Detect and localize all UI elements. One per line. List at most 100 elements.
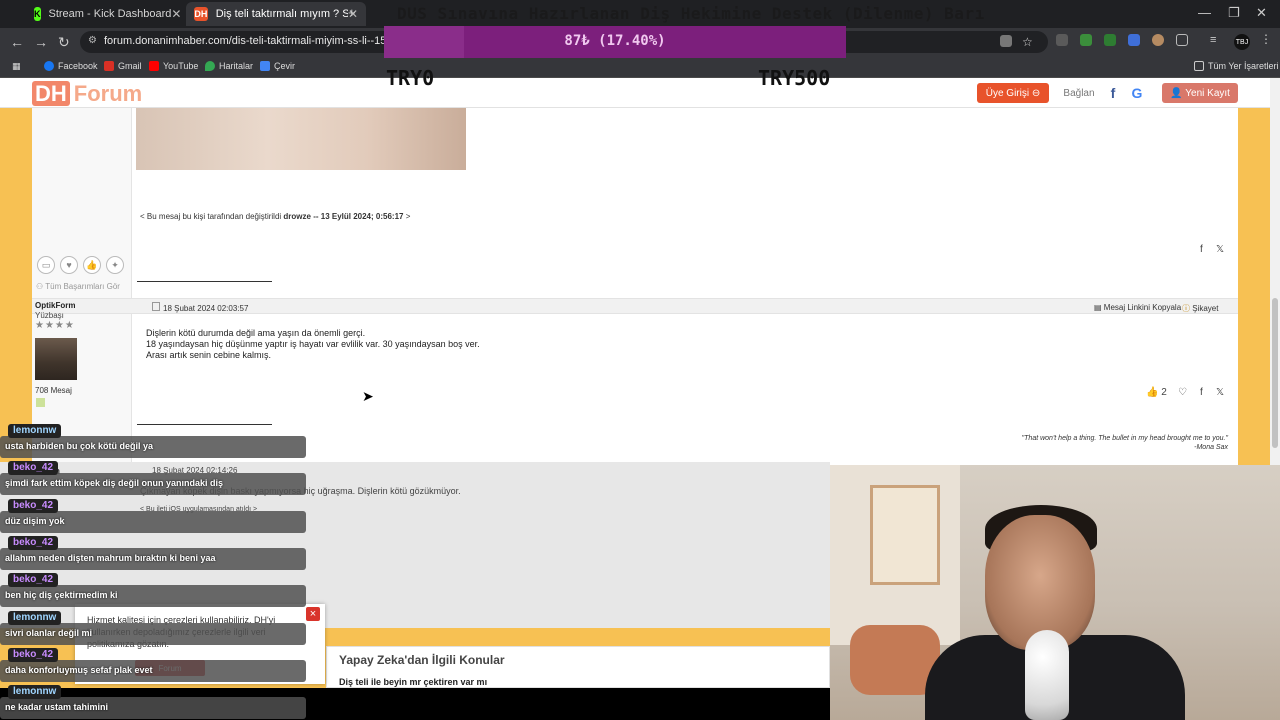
scrollbar-thumb[interactable] bbox=[1272, 298, 1278, 448]
bookmark-translate[interactable]: Çevir bbox=[260, 61, 295, 71]
all-bookmarks[interactable]: Tüm Yer İşaretleri bbox=[1194, 61, 1279, 71]
eye-off-icon[interactable] bbox=[1000, 35, 1012, 47]
gmail-icon bbox=[104, 61, 114, 71]
post-signature: "That won't help a thing. The bullet in … bbox=[1021, 435, 1228, 451]
facebook-share-icon[interactable]: f bbox=[1200, 244, 1203, 255]
connect-label: Bağlan bbox=[1063, 87, 1095, 99]
stream-bottom-bar bbox=[0, 688, 830, 720]
extension-icon[interactable] bbox=[1056, 34, 1068, 46]
tab-title: Stream - Kick Dashboard bbox=[48, 8, 172, 20]
page-scrollbar[interactable] bbox=[1270, 78, 1280, 465]
mouse-cursor-icon: ➤ bbox=[362, 388, 374, 404]
microphone bbox=[1025, 630, 1069, 720]
tab-kick-dashboard[interactable]: K Stream - Kick Dashboard ✕ bbox=[26, 2, 186, 26]
forum-logo[interactable]: DH Forum bbox=[32, 81, 142, 107]
profile-avatar[interactable]: TBJ bbox=[1234, 34, 1250, 50]
folder-icon bbox=[1194, 61, 1204, 71]
streamer-face bbox=[985, 515, 1095, 650]
youtube-icon bbox=[149, 61, 159, 71]
next-post-username[interactable]: ...teron bbox=[30, 466, 60, 476]
extension-icon[interactable] bbox=[1104, 34, 1116, 46]
minimize-icon[interactable]: — bbox=[1198, 5, 1211, 20]
post-user-rank: Yüzbaşı bbox=[35, 311, 64, 320]
translate-icon bbox=[260, 61, 270, 71]
reading-list-icon[interactable]: ≡ bbox=[1210, 34, 1222, 46]
url-text: forum.donanimhaber.com/dis-teli-taktirma… bbox=[104, 35, 424, 47]
related-topics-title: Yapay Zeka'dan İlgili Konular bbox=[339, 653, 505, 667]
stream-goal-title: DUS Sınavına Hazırlanan Diş Hekimine Des… bbox=[397, 4, 985, 23]
register-button[interactable]: 👤 Yeni Kayıt bbox=[1162, 83, 1238, 103]
tab-bar: K Stream - Kick Dashboard ✕ DH Diş teli … bbox=[0, 0, 1280, 28]
signature-divider bbox=[137, 281, 272, 282]
stream-goal-min: TRY0 bbox=[386, 66, 435, 90]
tab-forum-thread[interactable]: DH Diş teli taktırmalı mıyım ? SS'Lİ ✕ bbox=[186, 2, 366, 26]
thumbs-up-icon[interactable]: 👍 bbox=[83, 256, 101, 274]
user-badge-icon bbox=[36, 398, 45, 407]
related-topic-link[interactable]: Diş teli ile beyin mr çektiren var mı bbox=[339, 677, 487, 687]
heart-icon[interactable]: ♡ bbox=[1178, 387, 1187, 398]
like-button[interactable]: 👍 2 bbox=[1146, 387, 1167, 398]
post-date: 18 Şubat 2024 02:03:57 bbox=[152, 302, 248, 313]
google-login-icon[interactable]: G bbox=[1128, 83, 1146, 103]
dh-icon: DH bbox=[194, 7, 208, 21]
reload-icon[interactable]: ↻ bbox=[58, 34, 70, 51]
back-icon[interactable]: ← bbox=[10, 34, 24, 50]
close-tab-icon[interactable]: ✕ bbox=[171, 7, 181, 21]
facebook-share-icon[interactable]: f bbox=[1200, 387, 1203, 398]
new-tab-button[interactable]: + bbox=[348, 5, 356, 20]
bookmark-youtube[interactable]: YouTube bbox=[149, 61, 198, 71]
page-icon bbox=[152, 302, 160, 311]
close-window-icon[interactable]: ✕ bbox=[1256, 5, 1267, 21]
stream-goal-label: 87₺ (17.40%) bbox=[564, 33, 666, 49]
bookmarks-bar: ▦ Facebook Gmail YouTube Haritalar Çevir… bbox=[0, 56, 1280, 78]
chat-username: beko_42 bbox=[8, 648, 59, 662]
x-share-icon[interactable]: 𝕏 bbox=[1216, 244, 1224, 255]
facebook-login-icon[interactable]: f bbox=[1105, 83, 1121, 103]
post-body: Dişlerin kötü durumda değil ama yaşın da… bbox=[146, 328, 480, 360]
extensions-puzzle-icon[interactable] bbox=[1176, 34, 1188, 46]
rank-stars: ★★★★ bbox=[35, 320, 75, 331]
extension-icon[interactable] bbox=[1080, 34, 1092, 46]
x-share-icon[interactable]: 𝕏 bbox=[1216, 387, 1224, 398]
post-image[interactable] bbox=[136, 108, 466, 170]
apps-grid-icon[interactable]: ▦ bbox=[12, 61, 21, 72]
wall-art bbox=[870, 485, 940, 585]
folder-icon[interactable]: ▭ bbox=[37, 256, 55, 274]
all-achievements-link[interactable]: ⚇ Tüm Başarımları Gör bbox=[36, 282, 120, 291]
extension-icon[interactable] bbox=[1152, 34, 1164, 46]
maps-pin-icon bbox=[205, 61, 215, 71]
warning-icon: ⓘ bbox=[1182, 304, 1190, 313]
cookie-notice: Hizmet kalitesi için çerezleri kullanabi… bbox=[75, 604, 325, 684]
close-icon[interactable]: × bbox=[305, 606, 321, 622]
copy-link-button[interactable]: ▤ Mesaj Linkini Kopyala bbox=[1094, 303, 1181, 312]
stream-goal-max: TRY500 bbox=[758, 66, 831, 90]
stream-goal-bar: 87₺ (17.40%) bbox=[384, 26, 846, 58]
badge-icon[interactable]: ✦ bbox=[106, 256, 124, 274]
next-post-body: Çıkmayan köpek dişin baskı yapmıyorsa hi… bbox=[140, 486, 461, 496]
heart-icon[interactable]: ♥ bbox=[60, 256, 78, 274]
post-message-count: 708 Mesaj bbox=[35, 386, 72, 395]
related-topics-panel: Yapay Zeka'dan İlgili Konular Diş teli i… bbox=[326, 646, 830, 688]
bookmark-maps[interactable]: Haritalar bbox=[205, 61, 253, 71]
site-info-icon[interactable]: ⚙ bbox=[88, 35, 97, 46]
bookmark-facebook[interactable]: Facebook bbox=[44, 61, 98, 71]
kick-icon: K bbox=[34, 7, 41, 21]
next-post-note: < Bu ileti iOS uygulamasından atıldı > bbox=[140, 506, 258, 513]
maximize-icon[interactable]: ❐ bbox=[1228, 5, 1240, 21]
cookie-text: Hizmet kalitesi için çerezleri kullanabi… bbox=[87, 615, 276, 649]
translate-icon[interactable] bbox=[1128, 34, 1140, 46]
avatar[interactable] bbox=[35, 338, 77, 380]
menu-dots-icon[interactable]: ⋮ bbox=[1260, 32, 1272, 46]
bookmark-star-icon[interactable]: ☆ bbox=[1022, 35, 1034, 49]
forward-icon[interactable]: → bbox=[34, 34, 48, 50]
login-button[interactable]: Üye Girişi ⊖ bbox=[977, 83, 1049, 103]
post-username[interactable]: OptikForm bbox=[35, 301, 75, 310]
webcam-feed bbox=[830, 465, 1280, 720]
signature-divider bbox=[137, 424, 272, 425]
forum-header: DH Forum Üye Girişi ⊖ Bağlan f G 👤 Yeni K… bbox=[0, 78, 1270, 108]
next-post-date: 18 Şubat 2024 02:14:26 bbox=[152, 466, 238, 475]
tab-title: Diş teli taktırmalı mıyım ? SS'Lİ bbox=[215, 8, 348, 20]
bookmark-gmail[interactable]: Gmail bbox=[104, 61, 142, 71]
report-button[interactable]: ⓘ Şikayet bbox=[1182, 303, 1218, 314]
cookie-forum-button[interactable]: Forum bbox=[135, 660, 205, 676]
